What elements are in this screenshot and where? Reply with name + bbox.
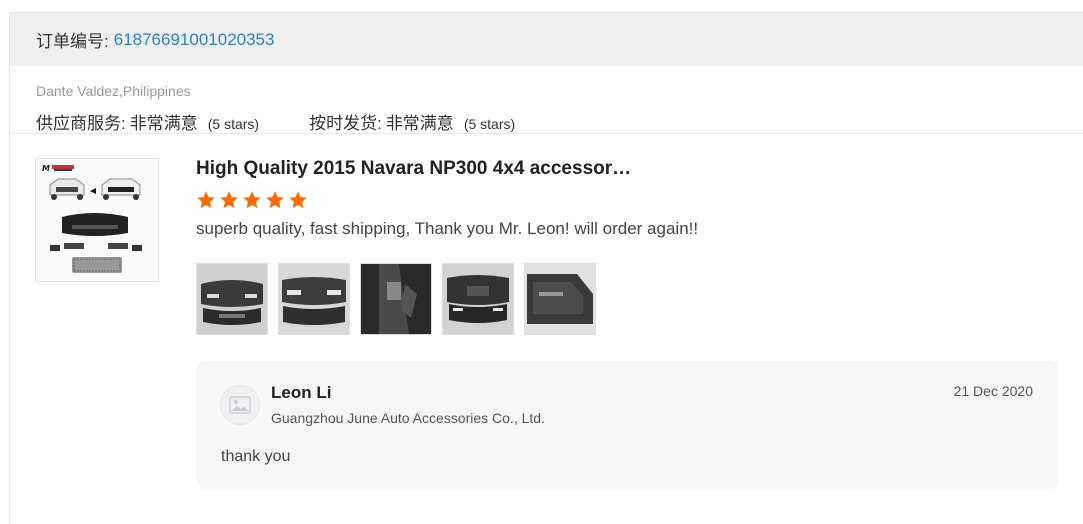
order-number-label: 订单编号: — [36, 32, 109, 51]
svg-text:M: M — [42, 164, 50, 173]
review-photo[interactable] — [524, 263, 596, 335]
rating-on-time-delivery: 按时发货: 非常满意 (5 stars) — [309, 109, 515, 134]
photo-icon — [525, 264, 595, 334]
rating-label: 供应商服务: — [36, 114, 126, 133]
buyer-info: Dante Valdez,Philippines 供应商服务: 非常满意 (5 … — [10, 66, 1083, 134]
supplier-ratings: 供应商服务: 非常满意 (5 stars) 按时发货: 非常满意 (5 star… — [36, 109, 1083, 134]
star-icon — [220, 191, 238, 209]
review-photo[interactable] — [278, 263, 350, 335]
product-thumbnail[interactable]: M — [35, 158, 159, 282]
buyer-name: Dante Valdez,Philippines — [36, 83, 191, 99]
review-content: High Quality 2015 Navara NP300 4x4 acces… — [196, 158, 1058, 489]
product-image-icon: M — [36, 159, 158, 281]
photo-icon — [197, 264, 267, 334]
star-icon — [266, 191, 284, 209]
review-card: 订单编号: 61876691001020353 Dante Valdez,Phi… — [9, 12, 1083, 524]
rating-value: 非常满意 — [385, 114, 454, 133]
rating-stars-text: (5 stars) — [207, 116, 260, 132]
order-header: 订单编号: 61876691001020353 — [10, 13, 1083, 66]
photo-icon — [279, 264, 349, 334]
rating-stars-text: (5 stars) — [463, 116, 516, 132]
photo-icon — [361, 264, 431, 334]
reply-company-name: Guangzhou June Auto Accessories Co., Ltd… — [271, 410, 545, 426]
reply-text: thank you — [221, 448, 291, 465]
avatar — [220, 385, 260, 425]
star-icon — [243, 191, 261, 209]
supplier-reply: Leon Li Guangzhou June Auto Accessories … — [196, 361, 1058, 489]
avatar-placeholder-icon — [229, 396, 251, 414]
rating-label: 按时发货: — [309, 114, 382, 133]
reply-date: 21 Dec 2020 — [953, 383, 1033, 399]
star-icon — [197, 191, 215, 209]
review-photos — [196, 263, 1058, 335]
star-icon — [289, 191, 307, 209]
review-star-rating — [196, 190, 1058, 210]
order-number-link[interactable]: 61876691001020353 — [114, 30, 275, 50]
reply-author-name: Leon Li — [271, 383, 332, 402]
photo-icon — [443, 264, 513, 334]
review-photo[interactable] — [442, 263, 514, 335]
review-photo[interactable] — [196, 263, 268, 335]
review-comment: superb quality, fast shipping, Thank you… — [196, 219, 699, 238]
rating-supplier-service: 供应商服务: 非常满意 (5 stars) — [36, 109, 259, 134]
rating-value: 非常满意 — [129, 114, 198, 133]
review-photo[interactable] — [360, 263, 432, 335]
product-title-link[interactable]: High Quality 2015 Navara NP300 4x4 acces… — [196, 158, 1058, 180]
